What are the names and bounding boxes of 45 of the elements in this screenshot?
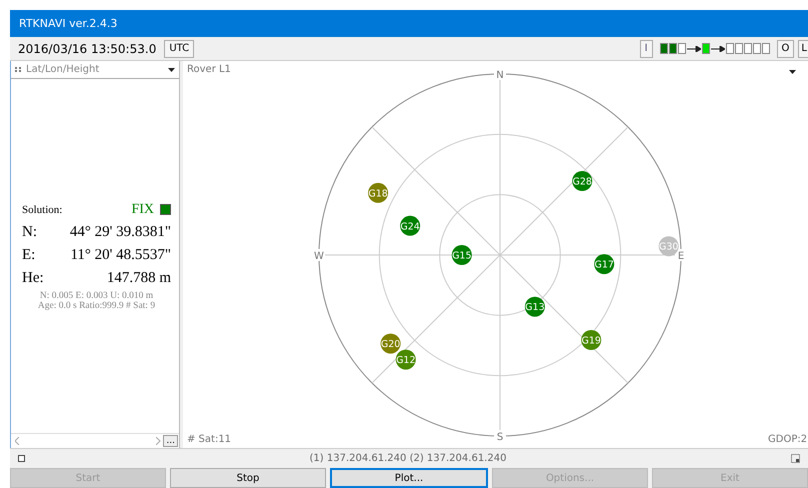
time-display: 2016/03/16 13:50:53.0 (17, 42, 158, 56)
accuracy-text: N: 0.005 E: 0.003 U: 0.010 m (38, 290, 154, 300)
direction-label: N (496, 70, 504, 81)
direction-label: W (314, 251, 324, 262)
satellite-label: G17 (594, 260, 614, 271)
coordinate-label: N: (22, 224, 37, 240)
grid-icon (15, 67, 22, 72)
solution-status: FIX (131, 202, 154, 218)
input-button[interactable]: I (640, 40, 653, 58)
direction-label: E (678, 251, 684, 262)
output-button[interactable]: O (776, 40, 794, 58)
window-title: RTKNAVI ver.2.4.3 (19, 17, 118, 30)
time-button[interactable]: UTC (164, 40, 194, 58)
arrow-icon (686, 46, 701, 52)
format-dropdown[interactable]: Lat/Lon/Height (11, 61, 179, 79)
dropdown-arrow-icon[interactable] (789, 70, 796, 74)
coordinate-value: 44° 29' 39.8381" (70, 224, 171, 240)
satellite-label: G30 (658, 242, 678, 253)
satellite-label: G13 (525, 302, 545, 314)
coordinate-label: E: (22, 246, 36, 264)
direction-label: S (496, 432, 504, 443)
dropdown-arrow-icon (168, 68, 175, 72)
satellite-count: # Sat:11 (187, 434, 232, 445)
action-button[interactable]: Plot... (330, 468, 488, 488)
solution-info: Age: 0.0 s Ratio:999.9 # Sat: 9 (36, 300, 156, 310)
solution-label: Solution: (22, 204, 64, 216)
status-text: (1) 137.204.61.240 (2) 137.204.61.240 (308, 453, 508, 464)
satellite-label: G24 (400, 221, 420, 232)
resize-icon[interactable] (791, 454, 800, 463)
coordinate-label: He: (22, 270, 44, 286)
coordinate-value: 147.788 m (106, 270, 171, 286)
satellite-label: G18 (368, 188, 388, 200)
action-button[interactable]: Stop (170, 468, 326, 488)
satellite-label: G28 (572, 176, 592, 188)
satellite-label: G20 (380, 339, 400, 350)
satellite-label: G12 (396, 355, 416, 366)
checkbox-icon[interactable] (18, 455, 25, 462)
arrow-icon (710, 46, 725, 52)
gdop-value: GDOP:2. (768, 434, 808, 445)
satellite-label: G15 (452, 250, 472, 262)
plot-title: Rover L1 (187, 64, 231, 75)
coordinate-value: 11° 20' 48.5537" (70, 246, 171, 264)
satellite-label: G19 (581, 336, 601, 346)
more-button[interactable]: ... (163, 435, 178, 447)
log-button[interactable]: L (798, 40, 808, 58)
